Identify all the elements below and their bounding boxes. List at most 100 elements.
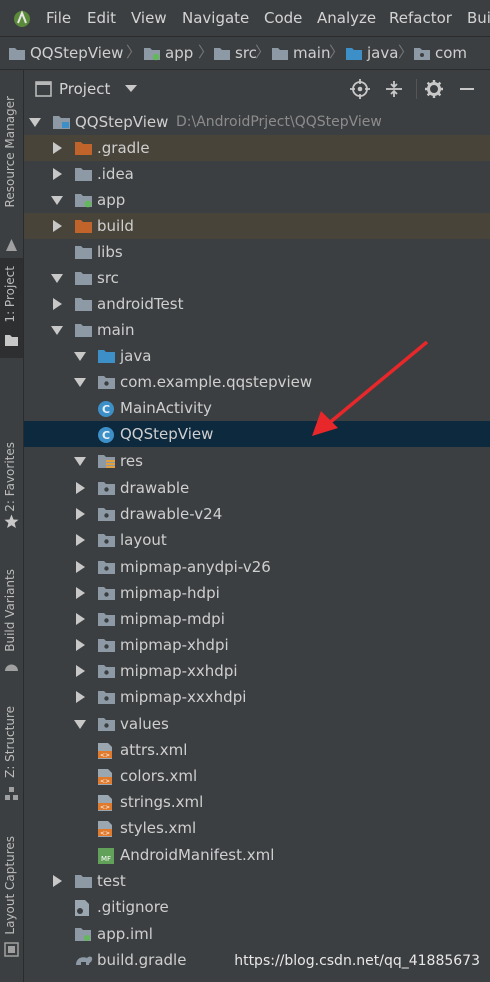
tree-item[interactable]: build	[24, 213, 490, 239]
class-icon: C	[97, 426, 115, 448]
chevron-down-icon[interactable]	[51, 326, 63, 335]
tree-item[interactable]: java	[24, 343, 490, 369]
tree-item[interactable]: src	[24, 265, 490, 291]
tree-item-label: mipmap-xhdpi	[120, 636, 229, 654]
chevron-down-icon[interactable]	[74, 352, 86, 361]
menu-navigate[interactable]: Navigate	[182, 0, 249, 36]
project-tree: QQStepView D:\AndroidPrject\QQStepView .gr…	[24, 108, 490, 982]
chevron-right-icon[interactable]	[76, 534, 85, 546]
tab-structure[interactable]: Z: Structure	[0, 702, 23, 802]
breadcrumb-item-src[interactable]: src	[213, 37, 257, 69]
gear-icon[interactable]	[424, 79, 444, 103]
menu-analyze[interactable]: Analyze	[317, 0, 376, 36]
chevron-right-icon[interactable]	[76, 482, 85, 494]
chevron-down-icon[interactable]	[74, 720, 86, 729]
tree-item[interactable]: MF AndroidManifest.xml	[24, 842, 490, 868]
tree-item[interactable]: mipmap-anydpi-v26	[24, 554, 490, 580]
tree-item[interactable]: <> strings.xml	[24, 789, 490, 815]
menu-file[interactable]: File	[46, 0, 71, 36]
tree-item[interactable]: C QQStepView	[24, 421, 490, 447]
chevron-down-icon[interactable]	[51, 274, 63, 283]
chevron-right-icon[interactable]	[76, 613, 85, 625]
tab-build-variants[interactable]: Build Variants	[0, 565, 23, 675]
chevron-right-icon[interactable]	[53, 875, 62, 887]
menu-build[interactable]: Buil	[467, 0, 490, 36]
tree-item-label: mipmap-hdpi	[120, 584, 220, 602]
chevron-right-icon[interactable]	[53, 220, 62, 232]
watermark-text: https://blog.csdn.net/qq_41885673	[234, 953, 480, 969]
tab-layout-captures[interactable]: Layout Captures	[0, 832, 23, 962]
chevron-right-icon[interactable]	[76, 639, 85, 651]
chevron-right-icon[interactable]	[53, 168, 62, 180]
breadcrumb-item-app[interactable]: app	[143, 37, 193, 69]
tree-item[interactable]: <> styles.xml	[24, 815, 490, 841]
tree-item[interactable]: <> attrs.xml	[24, 737, 490, 763]
svg-text:<>: <>	[100, 804, 110, 811]
iml-file-icon	[74, 926, 92, 946]
tree-item[interactable]: mipmap-xhdpi	[24, 632, 490, 658]
chevron-right-icon[interactable]	[76, 691, 85, 703]
package-icon	[414, 48, 430, 60]
tree-item[interactable]: <> colors.xml	[24, 763, 490, 789]
tree-item[interactable]: test	[24, 868, 490, 894]
tree-item[interactable]: app.iml	[24, 921, 490, 947]
tree-item-label: layout	[120, 531, 167, 549]
tab-favorites[interactable]: 2: Favorites	[0, 438, 23, 538]
tab-project[interactable]: 1: Project	[0, 258, 23, 358]
chevron-right-icon[interactable]	[76, 587, 85, 599]
breadcrumb-item-main[interactable]: main	[271, 37, 330, 69]
tab-label: 1: Project	[3, 266, 17, 323]
package-icon	[97, 506, 116, 526]
tree-item[interactable]: .idea	[24, 161, 490, 187]
menu-code[interactable]: Code	[264, 0, 302, 36]
tree-item-label: drawable-v24	[120, 505, 223, 523]
folder-icon	[74, 270, 93, 290]
tree-item[interactable]: drawable	[24, 475, 490, 501]
chevron-down-icon[interactable]	[29, 118, 41, 127]
breadcrumb-item-project[interactable]: QQStepView	[8, 37, 123, 69]
tree-item[interactable]: mipmap-xxxhdpi	[24, 684, 490, 710]
tree-item[interactable]: values	[24, 711, 490, 737]
tree-item[interactable]: main	[24, 317, 490, 343]
tree-item[interactable]: QQStepView D:\AndroidPrject\QQStepView	[24, 109, 490, 135]
chevron-down-icon[interactable]	[74, 457, 86, 466]
breadcrumb-separator: 〉	[126, 43, 142, 61]
tree-item[interactable]: libs	[24, 239, 490, 265]
tree-item[interactable]: .gradle	[24, 135, 490, 161]
android-studio-logo-icon[interactable]	[12, 9, 32, 33]
tree-item[interactable]: mipmap-hdpi	[24, 580, 490, 606]
tree-item[interactable]: androidTest	[24, 291, 490, 317]
tree-item[interactable]: .gitignore	[24, 894, 490, 920]
tree-item[interactable]: app	[24, 187, 490, 213]
folder-blue-icon	[97, 348, 116, 368]
folder-icon	[74, 166, 93, 186]
tree-item[interactable]: C MainActivity	[24, 395, 490, 421]
collapse-icon[interactable]	[384, 79, 404, 103]
tree-item-label: test	[97, 872, 126, 890]
breadcrumb-item-com[interactable]: com	[413, 37, 467, 69]
breadcrumb-separator: 〉	[329, 43, 345, 61]
chevron-right-icon[interactable]	[53, 142, 62, 154]
chevron-right-icon[interactable]	[53, 298, 62, 310]
breadcrumb-item-java[interactable]: java	[345, 37, 398, 69]
tree-item[interactable]: mipmap-xxhdpi	[24, 658, 490, 684]
tree-item[interactable]: drawable-v24	[24, 501, 490, 527]
tree-item[interactable]: mipmap-mdpi	[24, 606, 490, 632]
target-icon[interactable]	[350, 79, 370, 103]
menu-view[interactable]: View	[131, 0, 167, 36]
folder-orange-icon	[74, 218, 93, 238]
tree-item-label: libs	[97, 243, 123, 261]
tab-resource-manager[interactable]: Resource Manager	[0, 90, 23, 251]
tree-item[interactable]: res	[24, 448, 490, 474]
chevron-right-icon[interactable]	[76, 561, 85, 573]
chevron-right-icon[interactable]	[76, 508, 85, 520]
tree-item[interactable]: layout	[24, 527, 490, 553]
project-view-selector[interactable]: Project	[59, 70, 138, 108]
chevron-right-icon[interactable]	[76, 665, 85, 677]
minimize-icon[interactable]	[458, 79, 476, 103]
menu-refactor[interactable]: Refactor	[389, 0, 452, 36]
tree-item[interactable]: com.example.qqstepview	[24, 369, 490, 395]
menu-edit[interactable]: Edit	[87, 0, 116, 36]
chevron-down-icon[interactable]	[74, 378, 86, 387]
chevron-down-icon[interactable]	[51, 196, 63, 205]
